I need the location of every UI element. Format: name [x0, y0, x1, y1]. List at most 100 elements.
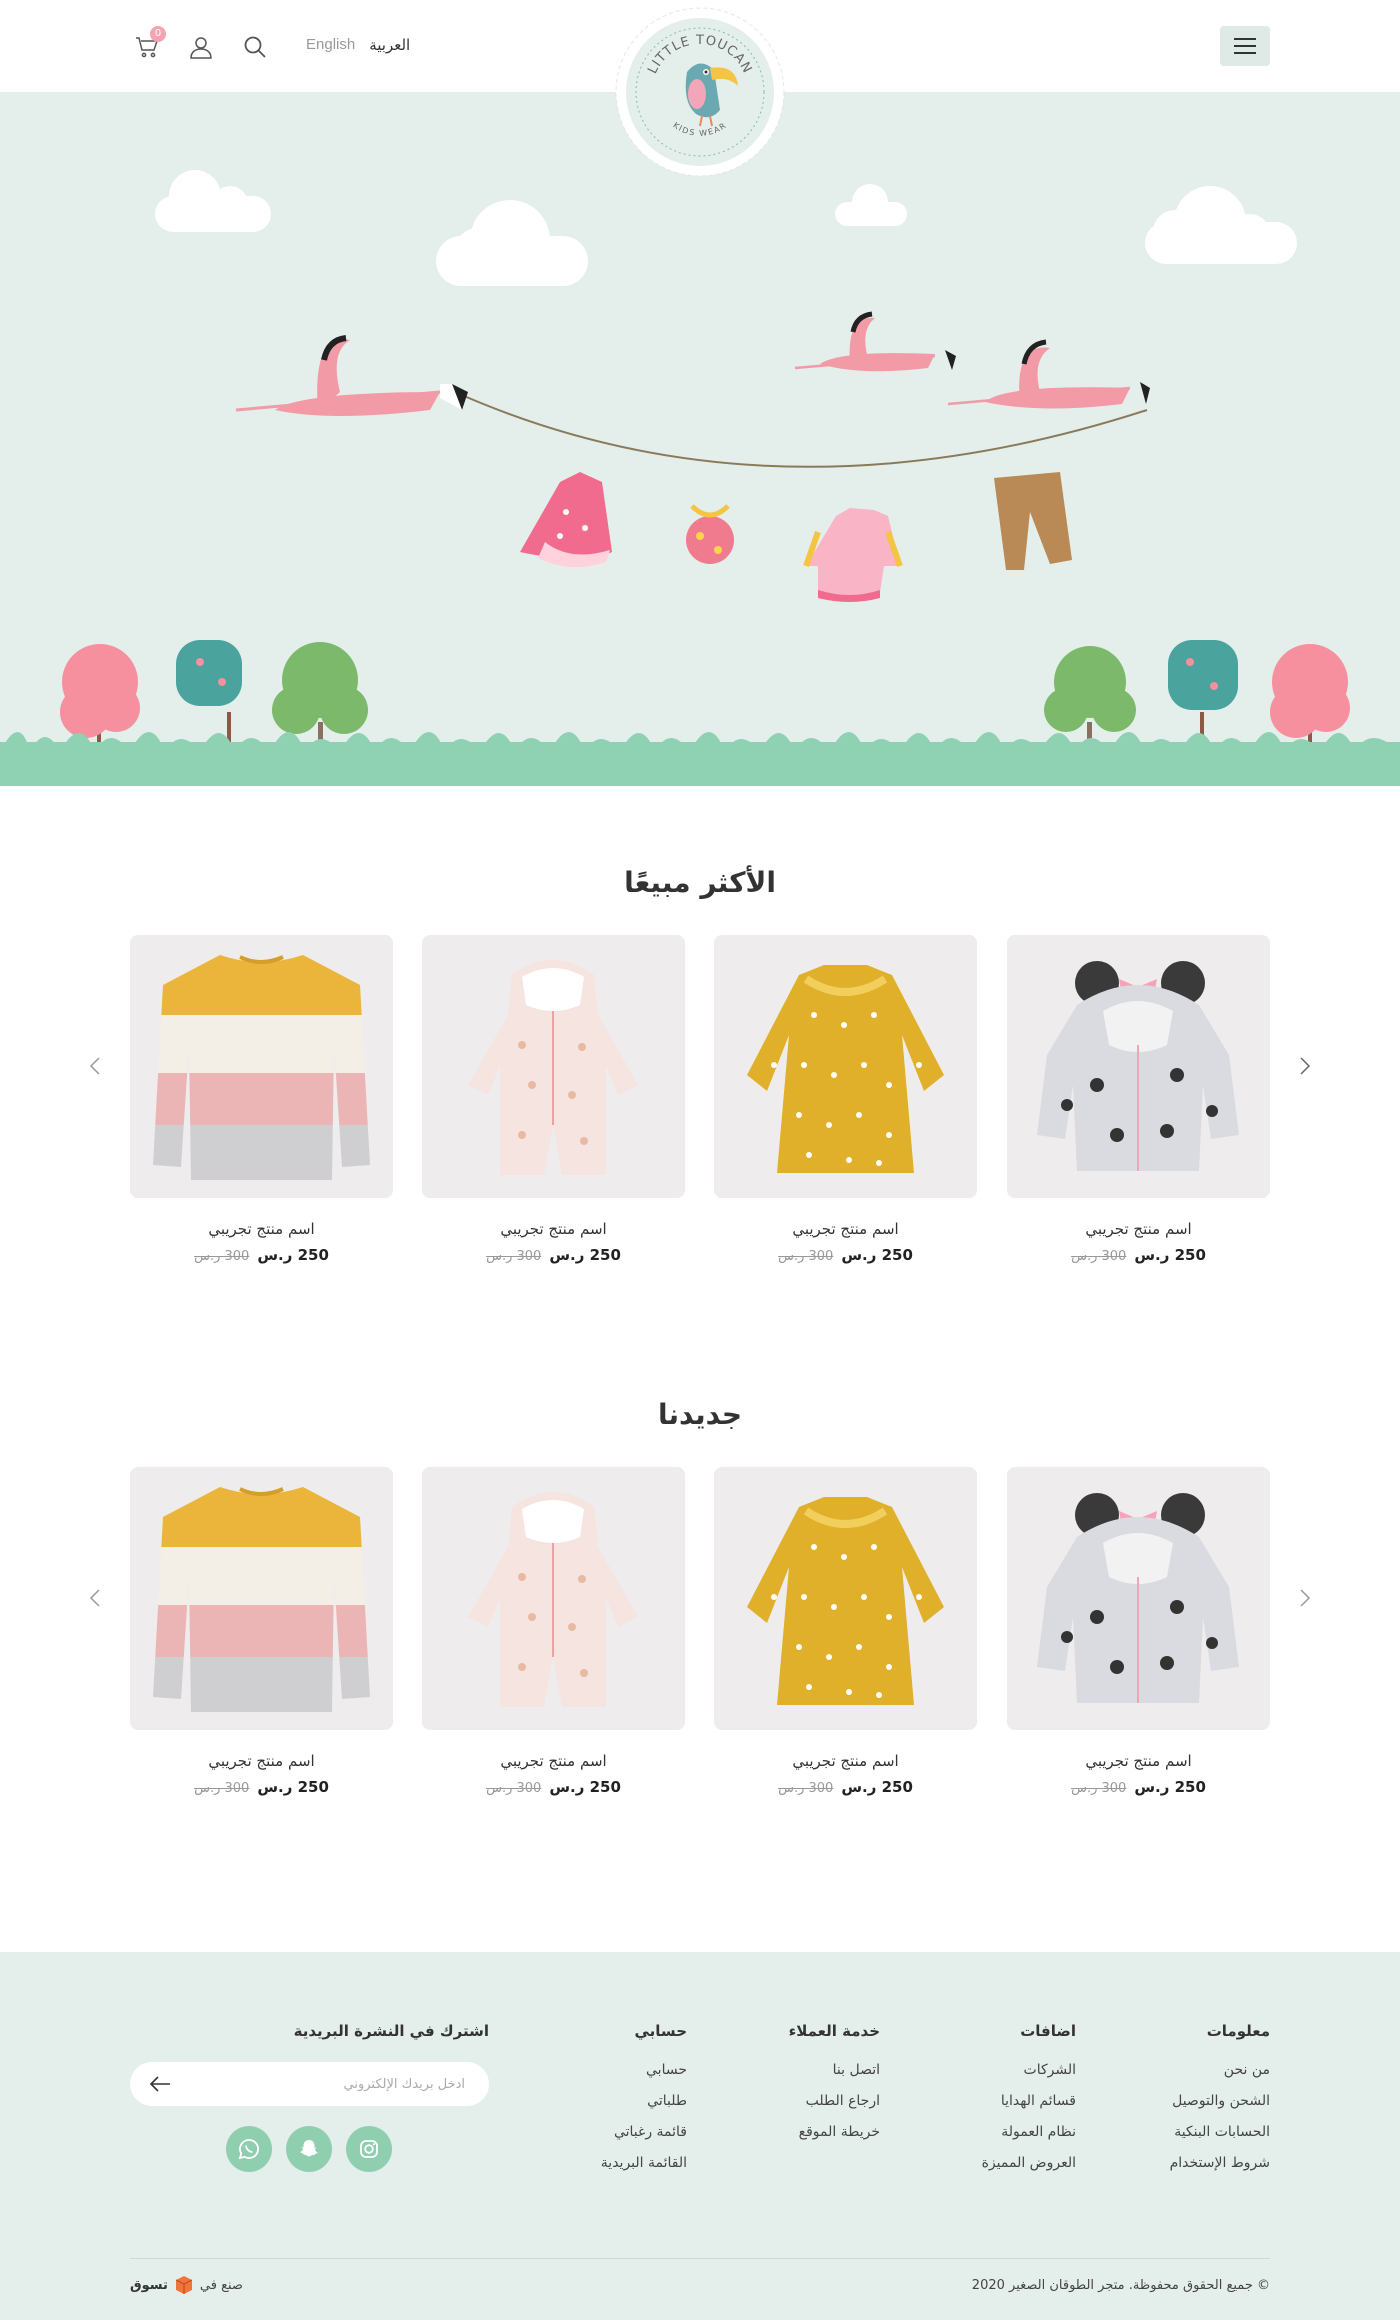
footer-link[interactable]: القائمة البريدية: [601, 2155, 687, 2171]
site-logo[interactable]: LITTLE TOUCAN KIDS WEAR: [614, 6, 786, 178]
lang-arabic[interactable]: العربية: [369, 36, 410, 54]
language-switcher: English العربية: [306, 36, 424, 54]
social-links: [226, 2126, 406, 2172]
chevron-left-icon: [89, 1057, 100, 1075]
product-current-price: 250 ر.س: [841, 1246, 913, 1264]
shirt-icon: [803, 508, 903, 602]
product-old-price: 300 ر.س: [778, 1249, 834, 1264]
product-image[interactable]: [130, 1467, 393, 1730]
footer-column-customer-service: خدمة العملاء اتصل بنا ارجاع الطلب خريطة …: [789, 2022, 880, 2155]
flamingo-icon: [235, 335, 468, 416]
search-button[interactable]: [238, 30, 272, 64]
footer-link[interactable]: العروض المميزة: [982, 2155, 1076, 2171]
product-image[interactable]: [1007, 1467, 1270, 1730]
newsletter-form: [130, 2062, 489, 2106]
tasawaq-logo-icon: [175, 2276, 193, 2294]
footer-column-title: اضافات: [1020, 2022, 1076, 2040]
product-card[interactable]: اسم منتج تجريبي 250 ر.س 300 ر.س: [1007, 1467, 1270, 1796]
footer-column-my-account: حسابي حسابي طلباتي قائمة رغباتي القائمة …: [601, 2022, 687, 2186]
footer-link[interactable]: ارجاع الطلب: [789, 2093, 880, 2109]
footer-link[interactable]: حسابي: [601, 2062, 687, 2078]
product-image[interactable]: [714, 1467, 977, 1730]
whatsapp-link[interactable]: [226, 2126, 272, 2172]
product-name[interactable]: اسم منتج تجريبي: [422, 1220, 685, 1238]
hero-illustration: [0, 170, 1400, 786]
snapchat-link[interactable]: [286, 2126, 332, 2172]
product-old-price: 300 ر.س: [194, 1781, 250, 1796]
product-image[interactable]: [422, 1467, 685, 1730]
user-icon: [190, 37, 212, 59]
product-old-price: 300 ر.س: [486, 1781, 542, 1796]
product-image[interactable]: [714, 935, 977, 1198]
cart-count-badge: 0: [150, 26, 166, 42]
product-name[interactable]: اسم منتج تجريبي: [130, 1220, 393, 1238]
product-price: 250 ر.س 300 ر.س: [714, 1778, 977, 1796]
product-card[interactable]: اسم منتج تجريبي 250 ر.س 300 ر.س: [130, 1467, 393, 1796]
pants-icon: [994, 472, 1072, 570]
flamingo-icon: [794, 311, 956, 372]
footer-divider: [130, 2258, 1270, 2259]
product-image[interactable]: [422, 935, 685, 1198]
product-current-price: 250 ر.س: [257, 1246, 329, 1264]
product-card[interactable]: اسم منتج تجريبي 250 ر.س 300 ر.س: [1007, 935, 1270, 1264]
product-image[interactable]: [130, 935, 393, 1198]
newsletter-submit-button[interactable]: [148, 2074, 172, 2094]
instagram-link[interactable]: [346, 2126, 392, 2172]
product-price: 250 ر.س 300 ر.س: [130, 1778, 393, 1796]
search-icon: [244, 36, 266, 58]
cloud-icon: [155, 170, 1297, 286]
product-old-price: 300 ر.س: [1071, 1781, 1127, 1796]
bestsellers-prev-arrow[interactable]: [80, 1046, 110, 1086]
product-name[interactable]: اسم منتج تجريبي: [130, 1752, 393, 1770]
footer-link[interactable]: نظام العمولة: [982, 2124, 1076, 2140]
footer-column-title: خدمة العملاء: [788, 2022, 880, 2040]
chevron-right-icon: [1300, 1589, 1311, 1607]
footer-link[interactable]: الشركات: [982, 2062, 1076, 2078]
footer-link[interactable]: شروط الإستخدام: [1170, 2155, 1270, 2171]
made-by-credit[interactable]: صنع في تسوق: [130, 2275, 243, 2295]
cart-button[interactable]: 0: [130, 26, 166, 64]
footer-link[interactable]: من نحن: [1170, 2062, 1270, 2078]
footer-link[interactable]: قسائم الهدايا: [982, 2093, 1076, 2109]
product-image[interactable]: [1007, 935, 1270, 1198]
lang-english[interactable]: English: [306, 36, 355, 54]
product-card[interactable]: اسم منتج تجريبي 250 ر.س 300 ر.س: [714, 935, 977, 1264]
newarrivals-prev-arrow[interactable]: [80, 1578, 110, 1618]
product-price: 250 ر.س 300 ر.س: [1007, 1778, 1270, 1796]
hamburger-icon: [1234, 38, 1256, 40]
account-button[interactable]: [184, 30, 218, 64]
product-card[interactable]: اسم منتج تجريبي 250 ر.س 300 ر.س: [714, 1467, 977, 1796]
bib-icon: [686, 504, 734, 564]
product-name[interactable]: اسم منتج تجريبي: [1007, 1752, 1270, 1770]
product-name[interactable]: اسم منتج تجريبي: [714, 1752, 977, 1770]
product-old-price: 300 ر.س: [1071, 1249, 1127, 1264]
footer-link[interactable]: طلباتي: [601, 2093, 687, 2109]
product-card[interactable]: اسم منتج تجريبي 250 ر.س 300 ر.س: [422, 1467, 685, 1796]
product-old-price: 300 ر.س: [486, 1249, 542, 1264]
footer-link[interactable]: اتصل بنا: [789, 2062, 880, 2078]
instagram-icon: [360, 2140, 378, 2158]
site-footer: معلومات من نحن الشحن والتوصيل الحسابات ا…: [0, 1952, 1400, 2320]
product-card[interactable]: اسم منتج تجريبي 250 ر.س 300 ر.س: [422, 935, 685, 1264]
product-price: 250 ر.س 300 ر.س: [130, 1246, 393, 1264]
bestsellers-next-arrow[interactable]: [1290, 1046, 1320, 1086]
product-name[interactable]: اسم منتج تجريبي: [1007, 1220, 1270, 1238]
newarrivals-next-arrow[interactable]: [1290, 1578, 1320, 1618]
product-name[interactable]: اسم منتج تجريبي: [714, 1220, 977, 1238]
footer-column-extras: اضافات الشركات قسائم الهدايا نظام العمول…: [982, 2022, 1076, 2186]
product-name[interactable]: اسم منتج تجريبي: [422, 1752, 685, 1770]
footer-link[interactable]: قائمة رغباتي: [601, 2124, 687, 2140]
made-in-label: صنع في: [199, 2277, 243, 2293]
product-current-price: 250 ر.س: [257, 1778, 329, 1796]
menu-button[interactable]: [1220, 26, 1270, 66]
chevron-left-icon: [89, 1589, 100, 1607]
footer-link[interactable]: خريطة الموقع: [789, 2124, 880, 2140]
snapchat-icon: [300, 2140, 318, 2157]
product-card[interactable]: اسم منتج تجريبي 250 ر.س 300 ر.س: [130, 935, 393, 1264]
footer-column-title: حسابي: [634, 2022, 687, 2040]
product-current-price: 250 ر.س: [1134, 1778, 1206, 1796]
footer-link[interactable]: الحسابات البنكية: [1170, 2124, 1270, 2140]
newsletter-email-input[interactable]: [185, 2062, 465, 2106]
footer-link[interactable]: الشحن والتوصيل: [1170, 2093, 1270, 2109]
product-current-price: 250 ر.س: [1134, 1246, 1206, 1264]
